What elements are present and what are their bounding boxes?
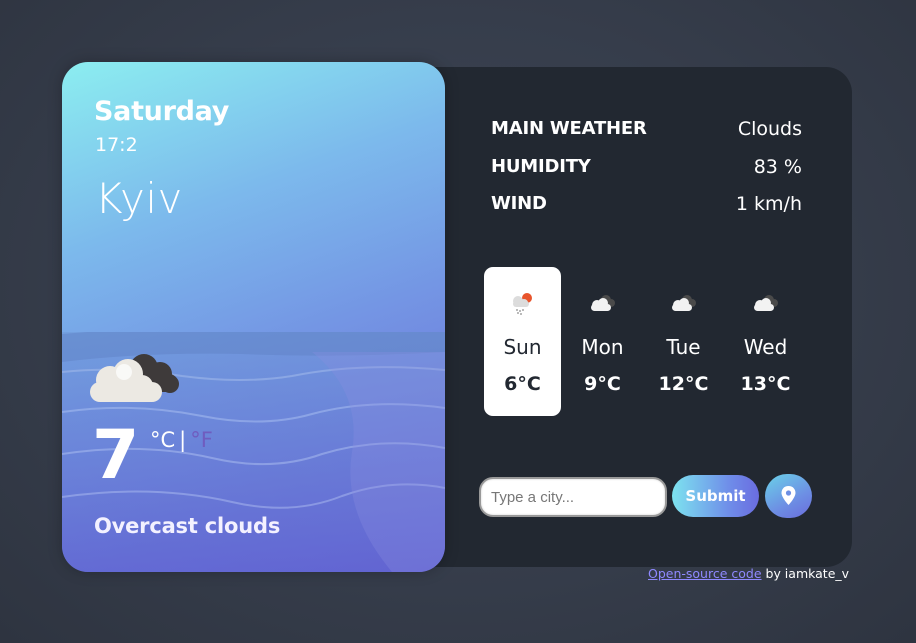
humidity-value: 83 %: [753, 156, 802, 178]
forecast-day-label: Tue: [666, 335, 701, 359]
main-weather-row: MAIN WEATHER Clouds: [491, 118, 802, 142]
forecast-day-wed[interactable]: Wed 13°C: [727, 267, 804, 416]
wind-row: WIND 1 km/h: [491, 193, 802, 217]
wind-label: WIND: [491, 193, 547, 214]
author-credit: by iamkate_v: [761, 566, 850, 581]
cloud-icon: [754, 295, 778, 311]
weather-description: Overcast clouds: [94, 514, 281, 538]
wind-value: 1 km/h: [735, 193, 802, 215]
day-name: Saturday: [94, 96, 230, 127]
unit-separator: |: [179, 428, 187, 452]
forecast-day-label: Mon: [581, 335, 624, 359]
forecast-day-mon[interactable]: Mon 9°C: [564, 267, 641, 416]
unit-toggle: °C | °F: [150, 428, 213, 452]
forecast-day-label: Wed: [743, 335, 788, 359]
cloud-icon: [672, 295, 696, 311]
forecast-day-temp: 13°C: [740, 373, 791, 395]
forecast-day-tue[interactable]: Tue 12°C: [645, 267, 722, 416]
main-weather-value: Clouds: [737, 118, 802, 140]
forecast-day-temp: 6°C: [504, 373, 541, 395]
humidity-row: HUMIDITY 83 %: [491, 156, 802, 180]
cloud-icon: [90, 354, 179, 402]
forecast-day-sun[interactable]: Sun 6°C: [484, 267, 561, 416]
current-location-button[interactable]: [765, 474, 812, 518]
forecast-day-temp: 12°C: [658, 373, 709, 395]
city-name: Kyiv: [95, 174, 183, 223]
celsius-link[interactable]: °C: [150, 428, 175, 452]
forecast-day-temp: 9°C: [584, 373, 621, 395]
footer-credit: Open-source code by iamkate_v: [648, 566, 849, 581]
fahrenheit-link[interactable]: °F: [190, 428, 213, 452]
submit-button[interactable]: Submit: [672, 475, 759, 517]
source-code-link[interactable]: Open-source code: [648, 566, 762, 581]
city-search-input[interactable]: [479, 477, 667, 517]
location-pin-icon: [781, 486, 796, 505]
forecast-day-label: Sun: [503, 335, 542, 359]
main-weather-label: MAIN WEATHER: [491, 118, 647, 139]
current-time: 17:2: [95, 134, 138, 156]
cloud-rain-sun-icon: [513, 293, 532, 315]
current-weather-card: Saturday 17:2 Kyiv 7 °C | °F Overcast clou…: [62, 62, 445, 572]
cloud-icon: [591, 295, 615, 311]
humidity-label: HUMIDITY: [491, 156, 591, 177]
current-temperature: 7: [92, 416, 140, 495]
